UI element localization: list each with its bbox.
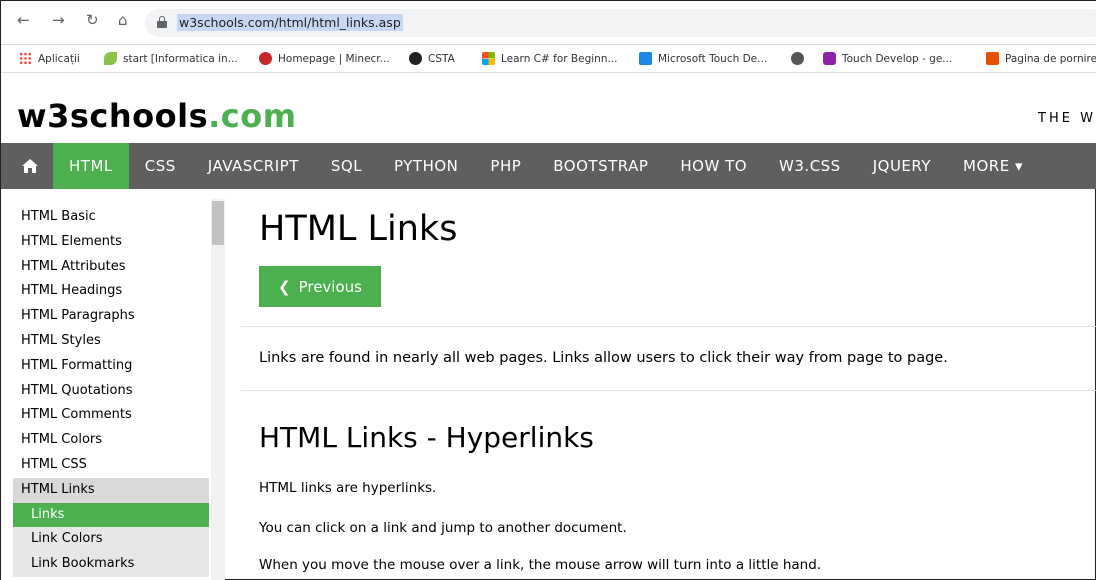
top-navigation: HTML CSS JAVASCRIPT SQL PYTHON PHP BOOTS… [1, 143, 1096, 189]
nav-more[interactable]: MORE ▾ [947, 143, 1039, 189]
bookmark-item[interactable]: CSTA [409, 52, 455, 65]
csta-favicon-icon [409, 52, 422, 65]
sidebar-item-html-headings[interactable]: HTML Headings [13, 279, 209, 304]
touch-develop-favicon-icon [639, 52, 652, 65]
sidebar-item-html-comments[interactable]: HTML Comments [13, 403, 209, 428]
sidebar-item-html-basic[interactable]: HTML Basic [13, 205, 209, 230]
nav-sql[interactable]: SQL [315, 143, 378, 189]
sidebar-list: HTML Basic HTML Elements HTML Attributes… [13, 205, 209, 577]
reload-icon[interactable]: ↻ [86, 11, 99, 29]
sidebar-subitem-link-colors[interactable]: Link Colors [13, 527, 209, 553]
nav-bootstrap[interactable]: BOOTSTRAP [537, 143, 664, 189]
sidebar-item-html-formatting[interactable]: HTML Formatting [13, 354, 209, 379]
previous-button[interactable]: ❮ Previous [259, 266, 381, 307]
bookmark-item[interactable]: Pagina de pornire [986, 52, 1096, 65]
sidebar-subitem-link-bookmarks[interactable]: Link Bookmarks [13, 552, 209, 577]
nav-how-to[interactable]: HOW TO [664, 143, 763, 189]
touch-develop-favicon-icon [823, 52, 836, 65]
sidebar-subitem-links[interactable]: Links [13, 502, 209, 528]
paragraph: You can click on a link and jump to anot… [259, 520, 627, 536]
lock-icon [157, 16, 167, 28]
bookmark-item[interactable]: Learn C# for Beginn... [482, 52, 618, 65]
section-heading: HTML Links - Hyperlinks [259, 421, 594, 454]
bookmark-favicon-icon [104, 52, 117, 65]
scrollbar-thumb[interactable] [212, 201, 224, 245]
main-content: HTML Links ❮ Previous Links are found in… [241, 199, 1096, 580]
browser-toolbar: ← → ↻ ⌂ w3schools.com/html/html_links.as… [1, 1, 1096, 45]
nav-home[interactable] [1, 143, 53, 189]
divider [241, 390, 1096, 391]
bookmarks-bar: Aplicații start [Informatica in... Homep… [1, 45, 1096, 73]
divider [241, 326, 1096, 327]
sidebar-item-html-elements[interactable]: HTML Elements [13, 230, 209, 255]
paragraph: When you move the mouse over a link, the… [259, 557, 822, 573]
sidebar-item-html-attributes[interactable]: HTML Attributes [13, 255, 209, 280]
back-arrow-icon[interactable]: ← [17, 11, 30, 29]
sidebar-item-html-styles[interactable]: HTML Styles [13, 329, 209, 354]
bookmark-item[interactable]: start [Informatica in... [104, 52, 238, 65]
site-logo[interactable]: w3schools.com [17, 97, 297, 135]
microsoft-favicon-icon [482, 52, 495, 65]
forward-arrow-icon[interactable]: → [52, 11, 65, 29]
bookmark-item[interactable]: Touch Develop - ge... [823, 52, 952, 65]
office-favicon-icon [986, 52, 999, 65]
url-text[interactable]: w3schools.com/html/html_links.asp [177, 14, 403, 31]
nav-javascript[interactable]: JAVASCRIPT [192, 143, 315, 189]
bookmark-item[interactable] [791, 52, 810, 65]
sidebar-item-html-css[interactable]: HTML CSS [13, 453, 209, 478]
nav-jquery[interactable]: JQUERY [857, 143, 947, 189]
sidebar-item-html-colors[interactable]: HTML Colors [13, 428, 209, 453]
paragraph: HTML links are hyperlinks. [259, 480, 437, 496]
chevron-left-icon: ❮ [278, 277, 291, 296]
sidebar-item-html-paragraphs[interactable]: HTML Paragraphs [13, 304, 209, 329]
address-bar[interactable]: w3schools.com/html/html_links.asp [145, 9, 1096, 37]
intro-text: Links are found in nearly all web pages.… [259, 350, 948, 366]
nav-python[interactable]: PYTHON [378, 143, 474, 189]
sidebar: HTML Basic HTML Elements HTML Attributes… [1, 199, 225, 580]
globe-favicon-icon [791, 52, 804, 65]
home-button-icon[interactable]: ⌂ [118, 11, 128, 29]
nav-html[interactable]: HTML [53, 143, 129, 189]
apps-grid-icon [19, 52, 32, 65]
apple-favicon-icon [259, 52, 272, 65]
page-title: HTML Links [259, 209, 458, 249]
nav-w3css[interactable]: W3.CSS [763, 143, 857, 189]
bookmark-apps[interactable]: Aplicații [19, 52, 80, 65]
bookmark-item[interactable]: Microsoft Touch De... [639, 52, 767, 65]
nav-css[interactable]: CSS [129, 143, 192, 189]
sidebar-item-html-quotations[interactable]: HTML Quotations [13, 379, 209, 404]
home-icon [22, 159, 38, 173]
nav-php[interactable]: PHP [474, 143, 537, 189]
sidebar-item-html-links[interactable]: HTML Links [13, 477, 209, 503]
site-header: w3schools.com THE W [1, 73, 1096, 143]
sidebar-scrollbar[interactable] [211, 199, 225, 580]
bookmark-item[interactable]: Homepage | Minecr... [259, 52, 390, 65]
site-tagline: THE W [1038, 111, 1096, 126]
